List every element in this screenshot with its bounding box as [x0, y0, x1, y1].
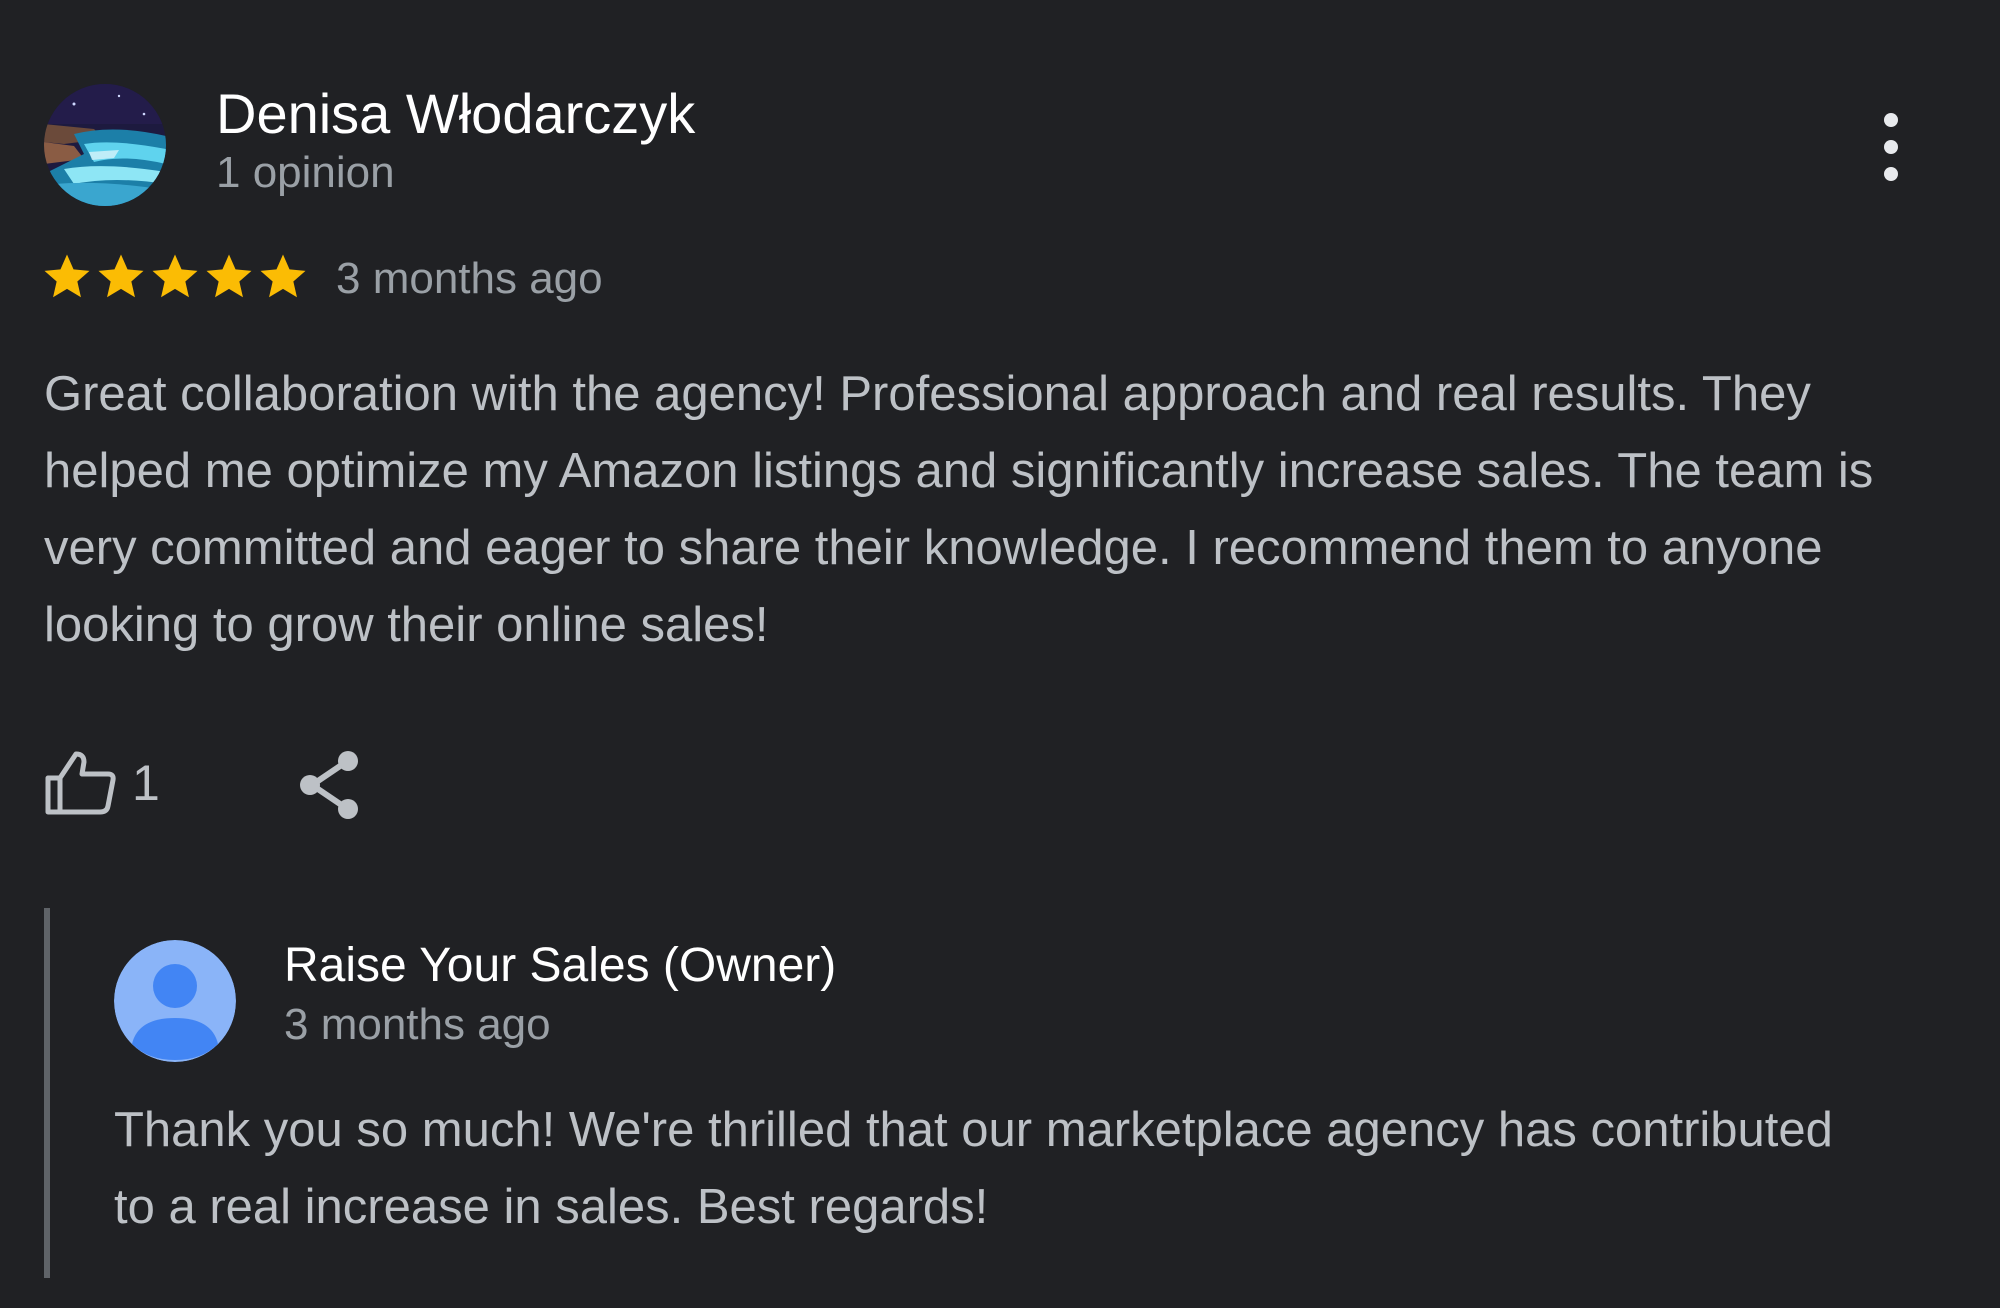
reply-divider: [44, 908, 50, 1278]
more-vert-icon: [1884, 113, 1898, 181]
reply-timestamp: 3 months ago: [284, 1000, 551, 1049]
person-icon: [114, 940, 236, 1062]
star-rating: [40, 250, 310, 310]
share-button[interactable]: [296, 748, 366, 822]
more-options-button[interactable]: [1864, 106, 1918, 188]
reviewer-name[interactable]: Denisa Włodarczyk: [216, 82, 695, 146]
reviewer-opinion-count: 1 opinion: [216, 148, 395, 197]
star-icon: [98, 254, 144, 298]
reviewer-avatar[interactable]: [44, 84, 166, 206]
star-icon: [260, 254, 306, 298]
thumbs-up-icon: [45, 751, 116, 815]
review-timestamp: 3 months ago: [336, 254, 603, 303]
owner-avatar[interactable]: [114, 940, 236, 1062]
share-icon: [300, 751, 358, 819]
like-button[interactable]: 1: [44, 742, 160, 824]
review-text: Great collaboration with the agency! Pro…: [44, 367, 1874, 652]
like-count: 1: [132, 755, 160, 811]
star-icon: [152, 254, 198, 298]
reply-text: Thank you so much! We're thrilled that o…: [114, 1103, 1833, 1234]
owner-reply: Raise Your Sales (Owner) 3 months ago Th…: [44, 908, 1944, 1278]
star-icon: [206, 254, 252, 298]
star-icon: [44, 254, 90, 298]
owner-name: Raise Your Sales (Owner): [284, 939, 837, 992]
review-card: Denisa Włodarczyk 1 opinion 3 months ago…: [0, 0, 2000, 1308]
